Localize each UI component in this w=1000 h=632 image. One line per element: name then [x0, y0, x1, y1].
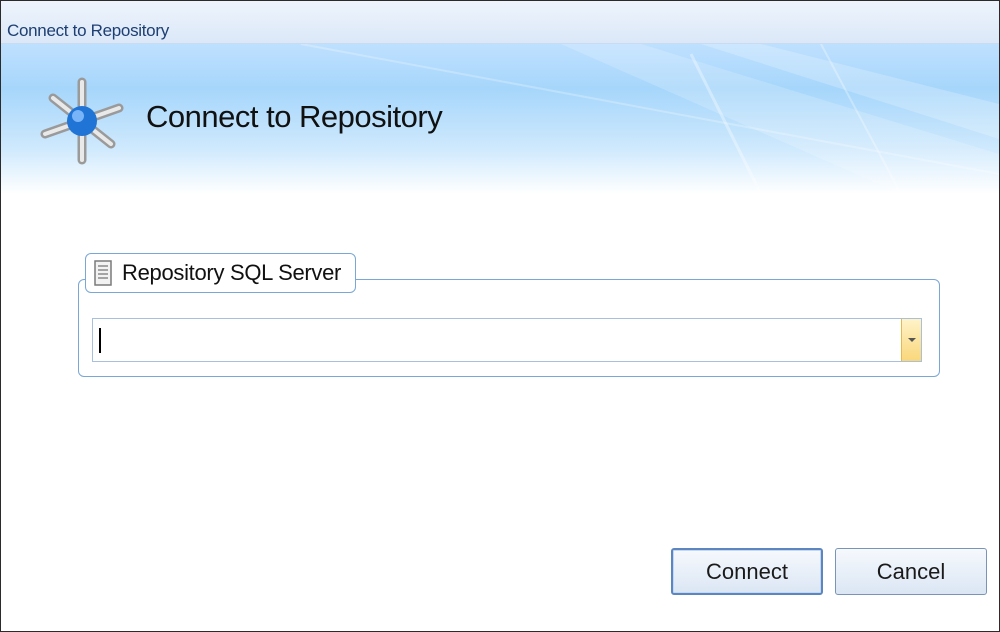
text-cursor — [99, 328, 101, 353]
server-icon — [94, 260, 112, 286]
connect-button[interactable]: Connect — [671, 548, 823, 595]
server-group-label: Repository SQL Server — [122, 260, 342, 285]
title-bar[interactable]: Connect to Repository — [1, 1, 999, 44]
header-banner: Connect to Repository — [1, 44, 999, 194]
dropdown-button[interactable] — [901, 319, 921, 361]
connect-dialog: Connect to Repository Connect to Reposit… — [0, 0, 1000, 632]
sql-server-combobox[interactable] — [92, 318, 922, 362]
chevron-down-icon — [908, 338, 916, 342]
network-hub-icon — [40, 77, 124, 165]
page-title: Connect to Repository — [146, 99, 443, 134]
window-title: Connect to Repository — [7, 21, 169, 40]
cancel-button[interactable]: Cancel — [835, 548, 987, 595]
server-group-caption: Repository SQL Server — [85, 253, 357, 293]
sql-server-input[interactable] — [93, 319, 900, 361]
